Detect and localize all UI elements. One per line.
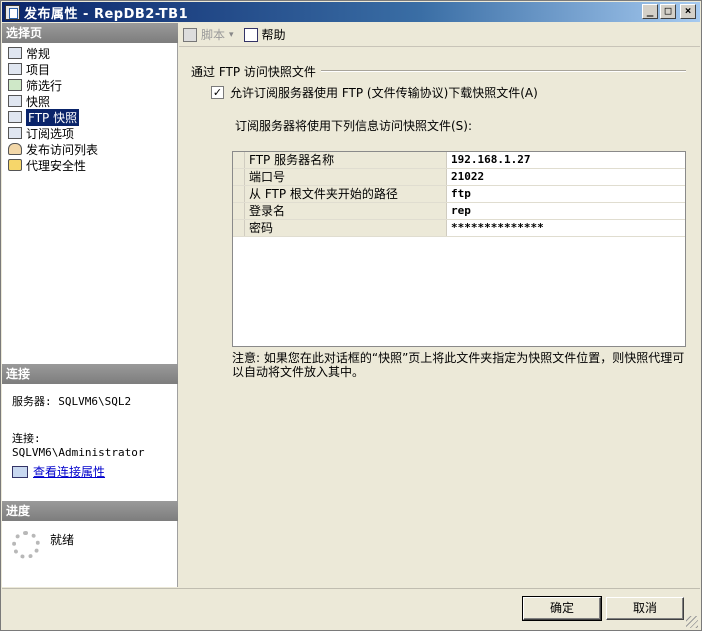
page-list: 常规 项目 筛选行 快照 FTP 快照 订阅选项 发布访问列表 代理安全性	[8, 45, 98, 173]
title-bar[interactable]: 发布属性 - RepDB2-TB1 _ □ ×	[2, 2, 700, 22]
grid-row-name: 从 FTP 根文件夹开始的路径	[245, 186, 447, 202]
page-item-ftp-snapshot[interactable]: FTP 快照	[8, 107, 98, 127]
connection-properties-icon	[12, 465, 28, 478]
cancel-button[interactable]: 取消	[606, 597, 684, 620]
page-item-label: 发布访问列表	[26, 142, 99, 157]
grid-row[interactable]: 端口号 21022	[233, 169, 685, 186]
resize-grip-icon[interactable]	[686, 616, 698, 628]
toolbar: 脚本 ▾ 帮助	[179, 23, 700, 47]
progress-area: 就绪	[12, 531, 74, 559]
ok-button[interactable]: 确定	[522, 596, 602, 621]
ftp-property-grid: FTP 服务器名称 192.168.1.27 端口号 21022 从 FTP 根…	[232, 151, 686, 347]
dialog-button-bar: 确定 取消	[2, 588, 700, 630]
subscription-options-page-icon	[8, 127, 22, 139]
ftp-group-title: 通过 FTP 访问快照文件	[191, 65, 316, 79]
progress-spinner-icon	[12, 531, 40, 559]
page-item-snapshot[interactable]: 快照	[8, 93, 98, 109]
login-value[interactable]: rep	[447, 203, 685, 219]
page-item-filter-rows[interactable]: 筛选行	[8, 77, 98, 93]
page-item-label: FTP 快照	[24, 107, 81, 127]
grid-row[interactable]: FTP 服务器名称 192.168.1.27	[233, 152, 685, 169]
publication-properties-dialog: 发布属性 - RepDB2-TB1 _ □ × 选择页 常规 项目 筛选行 快照…	[0, 0, 702, 631]
select-page-header: 选择页	[2, 23, 178, 43]
grid-row-name: 密码	[245, 220, 447, 236]
minimize-button[interactable]: _	[642, 4, 658, 19]
page-item-subscription-options[interactable]: 订阅选项	[8, 125, 98, 141]
access-list-page-icon	[8, 143, 22, 155]
page-item-label: 快照	[26, 94, 51, 109]
grid-row-name: 登录名	[245, 203, 447, 219]
snapshot-page-icon	[8, 95, 22, 107]
help-icon	[243, 27, 258, 42]
allow-ftp-checkbox-label: 允许订阅服务器使用 FTP (文件传输协议)下载快照文件(A)	[230, 86, 538, 100]
view-connection-properties-label: 查看连接属性	[33, 465, 106, 479]
page-item-label: 项目	[26, 62, 51, 77]
connection-header: 连接	[2, 364, 178, 384]
page-item-label: 订阅选项	[26, 126, 75, 141]
script-icon	[183, 27, 197, 42]
page-item-label: 筛选行	[26, 78, 63, 93]
help-button[interactable]: 帮助	[262, 26, 286, 43]
progress-status: 就绪	[50, 533, 75, 547]
allow-ftp-checkbox-row[interactable]: ✓ 允许订阅服务器使用 FTP (文件传输协议)下载快照文件(A)	[211, 84, 538, 101]
snapshot-note: 注意: 如果您在此对话框的“快照”页上将此文件夹指定为快照文件位置，则快照代理可…	[232, 351, 685, 379]
progress-header: 进度	[2, 501, 178, 521]
close-button[interactable]: ×	[680, 4, 696, 19]
filter-rows-page-icon	[8, 79, 22, 91]
grid-row-name: FTP 服务器名称	[245, 152, 447, 168]
view-connection-properties-link[interactable]: 查看连接属性	[12, 463, 105, 480]
ftp-info-subtitle: 订阅服务器将使用下列信息访问快照文件(S):	[235, 119, 473, 133]
page-item-label: 代理安全性	[26, 158, 87, 173]
script-button[interactable]: 脚本	[201, 26, 225, 43]
general-page-icon	[8, 47, 22, 59]
left-pane: 选择页 常规 项目 筛选行 快照 FTP 快照 订阅选项 发布访问列表 代理安全…	[2, 23, 178, 587]
page-item-agent-security[interactable]: 代理安全性	[8, 157, 98, 173]
grid-row-name: 端口号	[245, 169, 447, 185]
page-item-label: 常规	[26, 46, 51, 61]
dialog-icon	[5, 4, 20, 20]
port-value[interactable]: 21022	[447, 169, 685, 185]
ftp-path-value[interactable]: ftp	[447, 186, 685, 202]
script-dropdown-arrow[interactable]: ▾	[229, 30, 234, 40]
grid-row[interactable]: 登录名 rep	[233, 203, 685, 220]
ftp-snapshot-page-icon	[8, 111, 22, 123]
page-item-general[interactable]: 常规	[8, 45, 98, 61]
allow-ftp-checkbox[interactable]: ✓	[211, 86, 224, 99]
maximize-button[interactable]: □	[660, 4, 676, 19]
page-item-access-list[interactable]: 发布访问列表	[8, 141, 98, 157]
grid-row[interactable]: 从 FTP 根文件夹开始的路径 ftp	[233, 186, 685, 203]
window-title: 发布属性 - RepDB2-TB1	[24, 6, 189, 22]
articles-page-icon	[8, 63, 22, 75]
agent-security-page-icon	[8, 159, 22, 171]
page-item-articles[interactable]: 项目	[8, 61, 98, 77]
window-controls: _ □ ×	[642, 4, 696, 19]
password-value[interactable]: **************	[447, 220, 685, 236]
connection-label: 连接: SQLVM6\Administrator	[12, 432, 145, 459]
right-pane: 脚本 ▾ 帮助 通过 FTP 访问快照文件 ✓ 允许订阅服务器使用 FTP (文…	[179, 23, 700, 587]
server-label: 服务器: SQLVM6\SQL2	[12, 395, 132, 408]
ftp-server-name-value[interactable]: 192.168.1.27	[447, 152, 685, 168]
grid-row[interactable]: 密码 **************	[233, 220, 685, 237]
group-divider	[321, 70, 686, 72]
